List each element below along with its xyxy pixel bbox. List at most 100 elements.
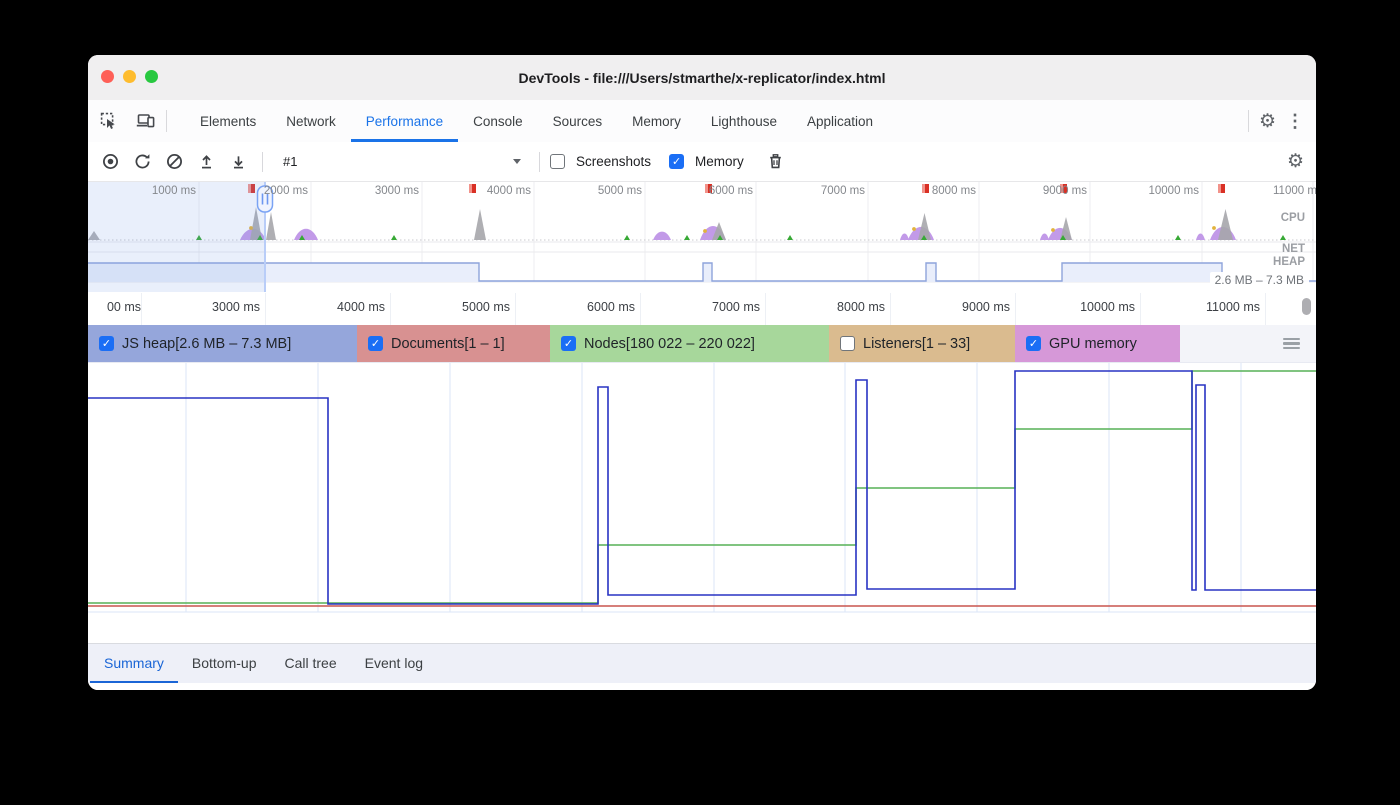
tab-sources[interactable]: Sources [538,100,618,142]
counter-label: GPU memory [1049,336,1137,352]
divider [262,152,263,172]
chevron-down-icon [513,159,521,164]
inspect-tools [88,100,177,142]
nodes-checkbox[interactable]: ✓ [561,336,576,351]
drawer-tab-bottom-up[interactable]: Bottom-up [178,644,271,683]
clear-button[interactable] [160,149,188,175]
axis-label: 5000 ms [462,300,510,314]
legend-filler [1180,325,1316,362]
collect-garbage-icon[interactable] [762,149,790,175]
tab-network[interactable]: Network [271,100,351,142]
settings-gear-icon[interactable]: ⚙ [1259,112,1276,131]
title-bar: DevTools - file:///Users/stmarthe/x-repl… [88,55,1316,101]
counter-listeners[interactable]: ✓ Listeners[1 – 33] [829,325,1015,362]
history-selected-value: #1 [283,154,297,169]
history-dropdown[interactable]: #1 [273,149,529,175]
horizontal-scrollbar-thumb[interactable] [1302,298,1311,315]
performance-toolbar: #1 ✓ Screenshots ✓ Memory ⚙ [88,142,1316,182]
axis-tick-line [890,293,891,325]
more-options-icon[interactable]: ⋮ [1286,112,1304,130]
axis-tick-line [1140,293,1141,325]
drawer-tab-event-log[interactable]: Event log [351,644,437,683]
tab-application[interactable]: Application [792,100,888,142]
counter-gpu-memory[interactable]: ✓ GPU memory [1015,325,1180,362]
traffic-lights [101,70,158,83]
counter-label: Documents[1 – 1] [391,336,505,352]
tab-memory[interactable]: Memory [617,100,696,142]
save-profile-icon[interactable] [224,149,252,175]
axis-tick-line [265,293,266,325]
hamburger-menu-icon[interactable] [1283,338,1300,349]
heap-strip-label: HEAP [1273,256,1305,268]
documents-checkbox[interactable]: ✓ [368,336,383,351]
divider [166,110,167,132]
screenshot-root: { "window": { "title": "DevTools - file:… [0,0,1400,805]
timeline-overview[interactable]: 1000 ms 2000 ms 3000 ms 4000 ms 5000 ms … [88,182,1316,293]
axis-label: 11000 ms [1206,300,1260,314]
divider [1248,110,1249,132]
zoom-window-button[interactable] [145,70,158,83]
toolbar-right: ⚙ [1287,152,1316,171]
overview-tick: 11000 ms [1273,185,1316,197]
drawer-tab-call-tree[interactable]: Call tree [271,644,351,683]
counter-documents[interactable]: ✓ Documents[1 – 1] [357,325,550,362]
net-strip-label: NET [1282,243,1305,255]
load-profile-icon[interactable] [192,149,220,175]
axis-label: 6000 ms [587,300,635,314]
memory-chart-graphics[interactable] [88,363,1316,645]
tabbar-right-controls: ⚙ ⋮ [1248,100,1316,142]
memory-label[interactable]: Memory [695,154,744,169]
axis-tick-line [390,293,391,325]
drawer: Summary Bottom-up Call tree Event log [88,643,1316,690]
detail-time-axis[interactable]: 00 ms 3000 ms 4000 ms 5000 ms 6000 ms 70… [88,293,1316,325]
tab-performance[interactable]: Performance [351,100,458,142]
window-title: DevTools - file:///Users/stmarthe/x-repl… [519,70,886,86]
axis-tick-line [765,293,766,325]
overview-tick: 7000 ms [821,185,865,197]
axis-label: 7000 ms [712,300,760,314]
axis-label: 10000 ms [1080,300,1135,314]
js-heap-checkbox[interactable]: ✓ [99,336,114,351]
axis-tick-line [1265,293,1266,325]
devtools-window: DevTools - file:///Users/stmarthe/x-repl… [88,55,1316,690]
overview-tick: 6000 ms [709,185,753,197]
screenshots-label[interactable]: Screenshots [576,154,651,169]
overview-tick: 10000 ms [1148,185,1199,197]
axis-label: 4000 ms [337,300,385,314]
tab-elements[interactable]: Elements [185,100,271,142]
record-button[interactable] [96,149,124,175]
tab-lighthouse[interactable]: Lighthouse [696,100,792,142]
axis-label: 3000 ms [212,300,260,314]
listeners-checkbox[interactable]: ✓ [840,336,855,351]
axis-tick-line [1015,293,1016,325]
capture-settings-gear-icon[interactable]: ⚙ [1287,152,1304,171]
counter-nodes[interactable]: ✓ Nodes[180 022 – 220 022] [550,325,829,362]
tab-console[interactable]: Console [458,100,538,142]
minimize-window-button[interactable] [123,70,136,83]
axis-tick-line [141,293,142,325]
memory-checkbox[interactable]: ✓ [669,154,684,169]
main-tab-bar: Elements Network Performance Console Sou… [88,100,1316,143]
overview-tick: 5000 ms [598,185,642,197]
overview-tick: 9000 ms [1043,185,1087,197]
counter-js-heap[interactable]: ✓ JS heap[2.6 MB – 7.3 MB] [88,325,357,362]
heap-range-badge: 2.6 MB – 7.3 MB [1210,272,1309,288]
overview-tick: 8000 ms [932,185,976,197]
counter-label: JS heap[2.6 MB – 7.3 MB] [122,336,291,352]
close-window-button[interactable] [101,70,114,83]
overview-tick: 1000 ms [152,185,196,197]
reload-and-record-button[interactable] [128,149,156,175]
inspect-element-icon[interactable] [94,107,124,135]
overview-tick: 3000 ms [375,185,419,197]
drawer-tab-bar: Summary Bottom-up Call tree Event log [88,643,1316,683]
counter-label: Nodes[180 022 – 220 022] [584,336,755,352]
gpu-memory-checkbox[interactable]: ✓ [1026,336,1041,351]
overview-graphics[interactable] [88,182,1316,293]
divider [539,152,540,172]
axis-tick-line [515,293,516,325]
memory-chart[interactable] [88,363,1316,645]
screenshots-checkbox[interactable]: ✓ [550,154,565,169]
panel-tabs: Elements Network Performance Console Sou… [185,100,888,142]
drawer-tab-summary[interactable]: Summary [90,644,178,683]
device-toolbar-icon[interactable] [130,107,160,135]
